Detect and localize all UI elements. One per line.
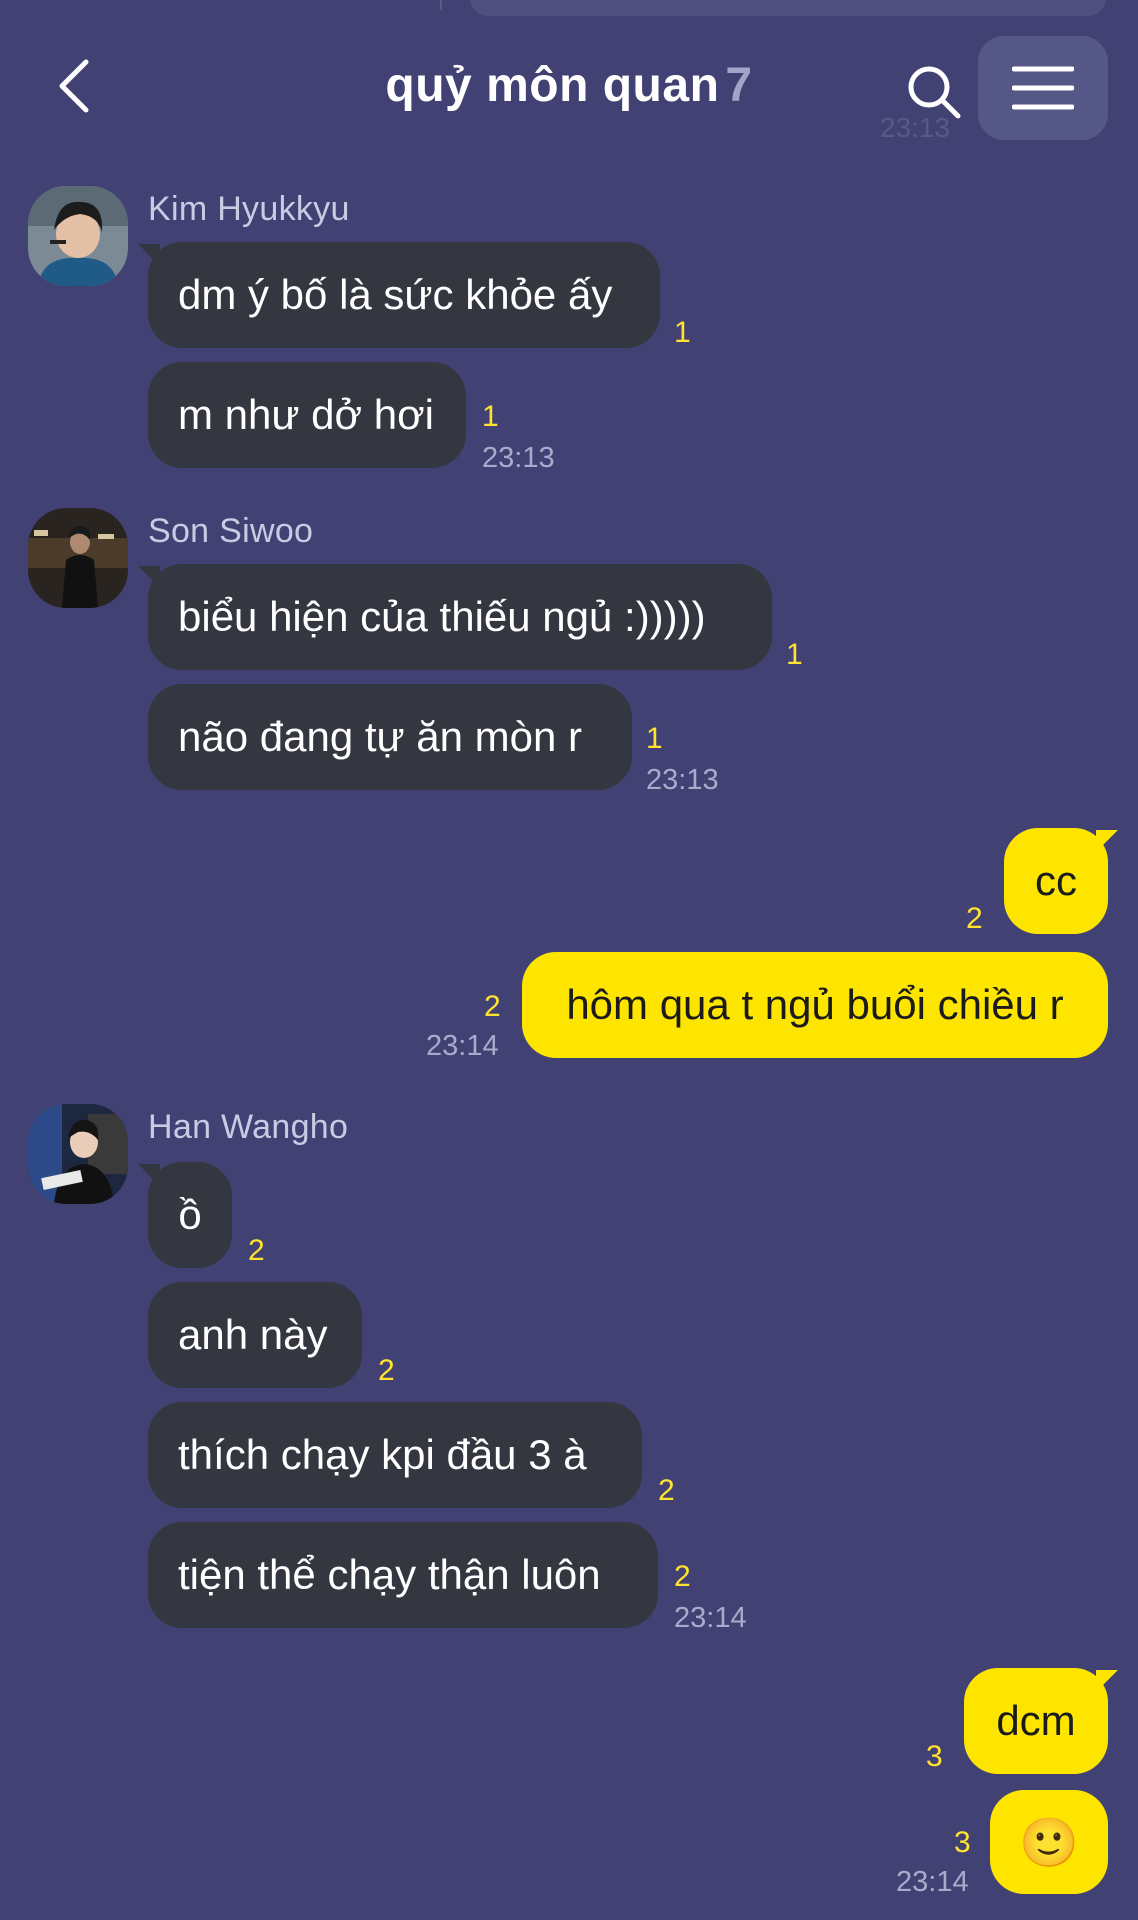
unread-count: 2 bbox=[248, 1234, 265, 1267]
message-timestamp: 23:14 bbox=[896, 1866, 969, 1898]
message-bubble[interactable]: biểu hiện của thiếu ngủ :))))) bbox=[148, 564, 772, 670]
unread-count: 1 bbox=[674, 316, 691, 349]
message-bubble[interactable]: ồ bbox=[148, 1162, 232, 1268]
avatar[interactable] bbox=[28, 186, 128, 286]
member-count: 7 bbox=[725, 59, 753, 112]
avatar-image bbox=[28, 1104, 128, 1204]
chat-room-name: quỷ môn quan bbox=[385, 59, 720, 112]
unread-count: 3 bbox=[926, 1740, 943, 1773]
message-bubble[interactable]: hôm qua t ngủ buổi chiều r bbox=[522, 952, 1108, 1058]
message-timestamp: 23:13 bbox=[482, 442, 555, 474]
unread-count: 2 bbox=[674, 1560, 691, 1593]
avatar[interactable] bbox=[28, 508, 128, 608]
avatar-image bbox=[28, 508, 128, 608]
chat-title: quỷ môn quan 7 bbox=[0, 58, 1138, 113]
unread-count: 2 bbox=[378, 1354, 395, 1387]
menu-button[interactable] bbox=[978, 36, 1108, 140]
avatar[interactable] bbox=[28, 1104, 128, 1204]
message-bubble[interactable]: cc bbox=[1004, 828, 1108, 934]
unread-count: 2 bbox=[966, 902, 983, 935]
avatar-image bbox=[28, 186, 128, 286]
search-icon bbox=[908, 66, 961, 119]
search-button[interactable] bbox=[904, 62, 964, 122]
chat-header: quỷ môn quan 7 23:13 bbox=[0, 30, 1138, 143]
message-bubble[interactable]: thích chạy kpi đầu 3 à bbox=[148, 1402, 642, 1508]
hamburger-menu-icon bbox=[1012, 66, 1074, 110]
message-timestamp: 23:14 bbox=[674, 1602, 747, 1634]
unread-count: 1 bbox=[646, 722, 663, 755]
message-bubble[interactable]: não đang tự ăn mòn r bbox=[148, 684, 632, 790]
sender-name: Han Wangho bbox=[148, 1108, 349, 1146]
message-bubble[interactable]: m như dở hơi bbox=[148, 362, 466, 468]
unread-count: 3 bbox=[954, 1826, 971, 1859]
unread-count: 1 bbox=[482, 400, 499, 433]
unread-count: 1 bbox=[786, 638, 803, 671]
message-timestamp: 23:14 bbox=[426, 1030, 499, 1062]
emoji-message-bubble[interactable]: 🙂 bbox=[990, 1790, 1108, 1894]
previous-content-remnant bbox=[470, 0, 1106, 16]
message-bubble[interactable]: dm ý bố là sức khỏe ấy bbox=[148, 242, 660, 348]
unread-count: 2 bbox=[484, 990, 501, 1023]
message-bubble[interactable]: tiện thể chạy thận luôn bbox=[148, 1522, 658, 1628]
unread-count: 2 bbox=[658, 1474, 675, 1507]
divider bbox=[440, 0, 442, 10]
message-bubble[interactable]: anh này bbox=[148, 1282, 362, 1388]
message-bubble[interactable]: dcm bbox=[964, 1668, 1108, 1774]
message-timestamp: 23:13 bbox=[646, 764, 719, 796]
sender-name: Kim Hyukkyu bbox=[148, 190, 350, 228]
sender-name: Son Siwoo bbox=[148, 512, 314, 550]
